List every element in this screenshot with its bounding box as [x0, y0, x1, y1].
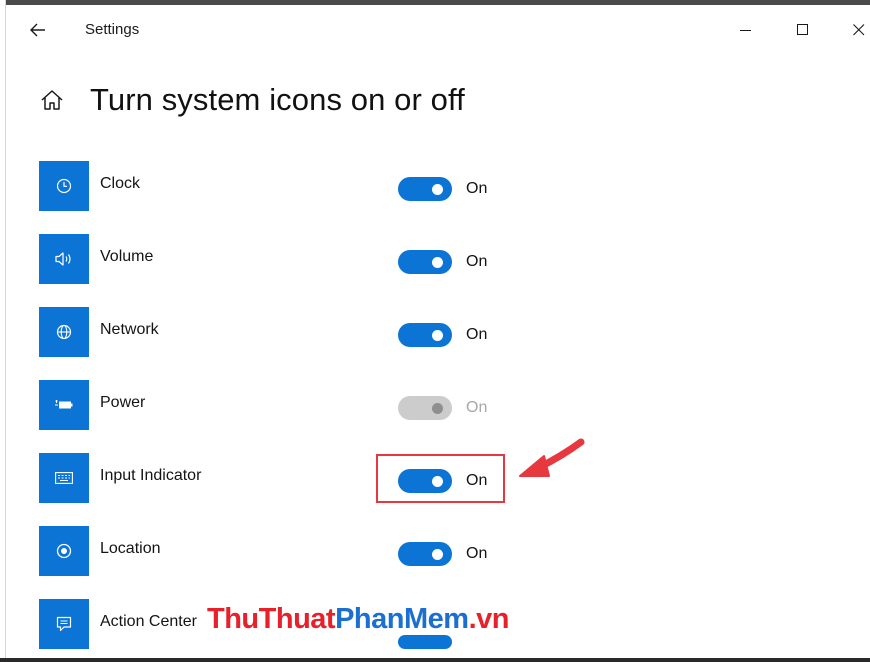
action-center-icon [39, 599, 89, 649]
globe-icon [39, 307, 89, 357]
page-title: Turn system icons on or off [90, 82, 465, 117]
keyboard-icon [39, 453, 89, 503]
speaker-icon [39, 234, 89, 284]
minimize-button[interactable] [724, 13, 768, 47]
back-button[interactable] [20, 13, 56, 47]
back-arrow-icon [30, 23, 45, 37]
toggle-state: On [466, 253, 488, 270]
setting-label: Action Center [100, 613, 197, 630]
minimize-icon [740, 30, 751, 31]
toggle-state: On [466, 180, 488, 197]
setting-row-clock: Clock On [39, 161, 519, 211]
setting-row-volume: Volume On [39, 234, 519, 284]
watermark-logo: ThuThuatPhanMem.vn [207, 603, 509, 635]
setting-label: Volume [100, 248, 154, 265]
maximize-icon [797, 24, 808, 35]
maximize-button[interactable] [781, 13, 825, 47]
network-toggle[interactable] [398, 323, 452, 347]
clock-icon [39, 161, 89, 211]
highlight-box [376, 454, 505, 503]
home-icon[interactable] [38, 86, 66, 114]
action-center-toggle[interactable] [398, 635, 452, 649]
setting-label: Location [100, 540, 161, 557]
setting-row-network: Network On [39, 307, 519, 357]
window-title: Settings [85, 21, 140, 38]
volume-toggle[interactable] [398, 250, 452, 274]
title-bar: Settings [6, 5, 870, 55]
close-icon [853, 24, 865, 36]
close-button[interactable] [837, 13, 870, 47]
power-toggle [398, 396, 452, 420]
setting-label: Input Indicator [100, 467, 202, 484]
location-icon [39, 526, 89, 576]
toggle-state: On [466, 545, 488, 562]
setting-label: Power [100, 394, 146, 411]
battery-icon [39, 380, 89, 430]
red-arrow-icon [519, 438, 585, 477]
window-left-border [0, 0, 6, 662]
toggle-state: On [466, 326, 488, 343]
setting-label: Clock [100, 175, 141, 192]
page-header: Turn system icons on or off [38, 78, 465, 122]
setting-row-location: Location On [39, 526, 519, 576]
setting-label: Network [100, 321, 159, 338]
toggle-state: On [466, 399, 488, 416]
window-bottom-border [0, 658, 870, 662]
location-toggle[interactable] [398, 542, 452, 566]
clock-toggle[interactable] [398, 177, 452, 201]
setting-row-power: Power On [39, 380, 519, 430]
